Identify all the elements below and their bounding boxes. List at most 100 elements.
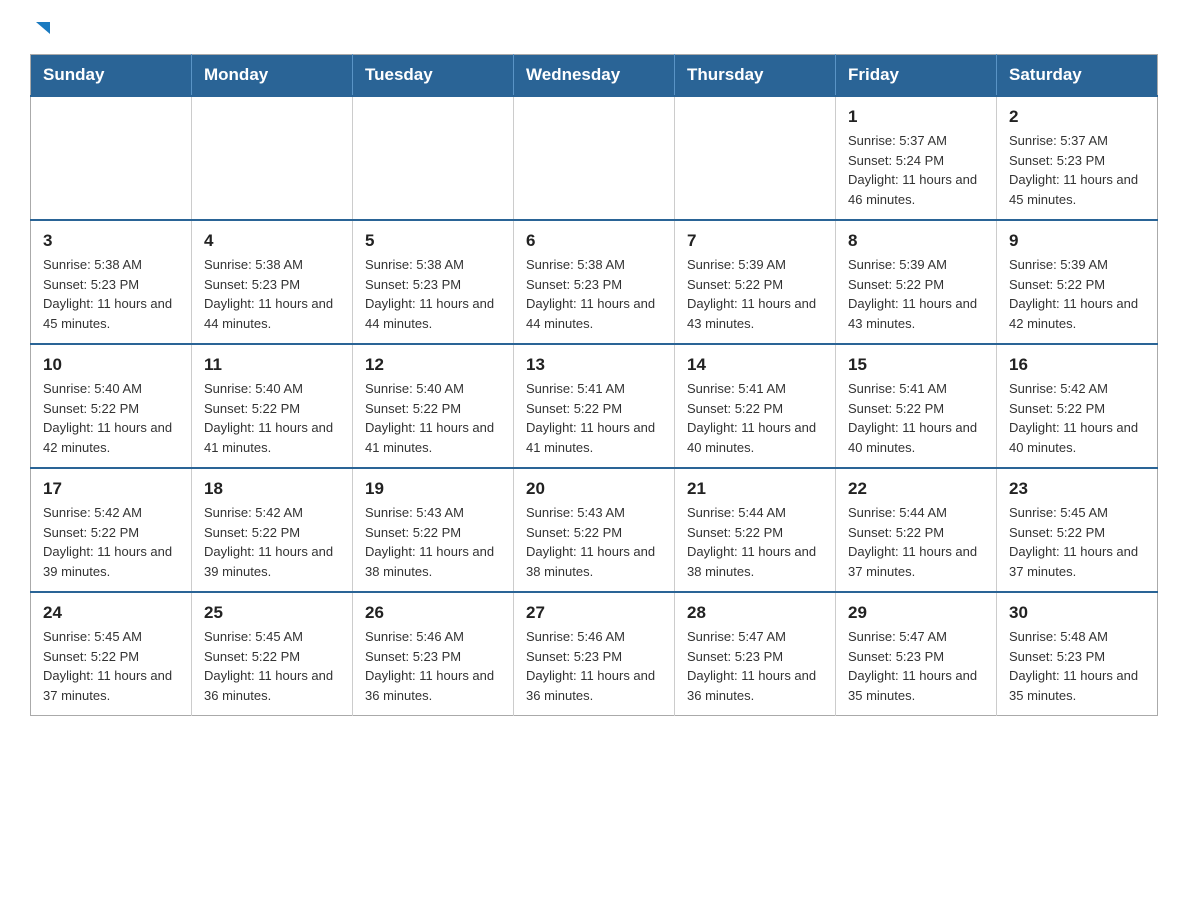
calendar-week-row: 24 Sunrise: 5:45 AM Sunset: 5:22 PM Dayli… <box>31 592 1158 716</box>
calendar-cell: 21 Sunrise: 5:44 AM Sunset: 5:22 PM Dayli… <box>675 468 836 592</box>
calendar-cell: 24 Sunrise: 5:45 AM Sunset: 5:22 PM Dayli… <box>31 592 192 716</box>
calendar-cell: 15 Sunrise: 5:41 AM Sunset: 5:22 PM Dayli… <box>836 344 997 468</box>
calendar-cell: 29 Sunrise: 5:47 AM Sunset: 5:23 PM Dayli… <box>836 592 997 716</box>
day-number: 23 <box>1009 479 1145 499</box>
day-number: 21 <box>687 479 823 499</box>
day-number: 26 <box>365 603 501 623</box>
day-number: 10 <box>43 355 179 375</box>
day-number: 25 <box>204 603 340 623</box>
calendar-cell: 23 Sunrise: 5:45 AM Sunset: 5:22 PM Dayli… <box>997 468 1158 592</box>
calendar-cell: 30Sunrise: 5:48 AM Sunset: 5:23 PM Dayli… <box>997 592 1158 716</box>
calendar-cell: 18 Sunrise: 5:42 AM Sunset: 5:22 PM Dayli… <box>192 468 353 592</box>
weekday-header-wednesday: Wednesday <box>514 55 675 97</box>
day-info: Sunrise: 5:47 AM Sunset: 5:23 PM Dayligh… <box>848 627 984 705</box>
day-info: Sunrise: 5:40 AM Sunset: 5:22 PM Dayligh… <box>365 379 501 457</box>
day-info: Sunrise: 5:38 AM Sunset: 5:23 PM Dayligh… <box>43 255 179 333</box>
day-number: 8 <box>848 231 984 251</box>
day-number: 28 <box>687 603 823 623</box>
day-info: Sunrise: 5:39 AM Sunset: 5:22 PM Dayligh… <box>848 255 984 333</box>
calendar-cell: 16 Sunrise: 5:42 AM Sunset: 5:22 PM Dayli… <box>997 344 1158 468</box>
day-number: 3 <box>43 231 179 251</box>
calendar-week-row: 3 Sunrise: 5:38 AM Sunset: 5:23 PM Daylig… <box>31 220 1158 344</box>
day-number: 2 <box>1009 107 1145 127</box>
calendar-cell <box>514 96 675 220</box>
day-info: Sunrise: 5:38 AM Sunset: 5:23 PM Dayligh… <box>365 255 501 333</box>
day-info: Sunrise: 5:44 AM Sunset: 5:22 PM Dayligh… <box>687 503 823 581</box>
day-info: Sunrise: 5:40 AM Sunset: 5:22 PM Dayligh… <box>43 379 179 457</box>
calendar-cell: 10 Sunrise: 5:40 AM Sunset: 5:22 PM Dayli… <box>31 344 192 468</box>
calendar-cell: 17 Sunrise: 5:42 AM Sunset: 5:22 PM Dayli… <box>31 468 192 592</box>
day-number: 17 <box>43 479 179 499</box>
calendar-cell: 8 Sunrise: 5:39 AM Sunset: 5:22 PM Daylig… <box>836 220 997 344</box>
logo-arrow-icon <box>32 18 54 40</box>
day-number: 20 <box>526 479 662 499</box>
day-info: Sunrise: 5:39 AM Sunset: 5:22 PM Dayligh… <box>1009 255 1145 333</box>
weekday-header-monday: Monday <box>192 55 353 97</box>
day-number: 27 <box>526 603 662 623</box>
calendar-week-row: 17 Sunrise: 5:42 AM Sunset: 5:22 PM Dayli… <box>31 468 1158 592</box>
calendar-cell: 3 Sunrise: 5:38 AM Sunset: 5:23 PM Daylig… <box>31 220 192 344</box>
calendar-cell: 11 Sunrise: 5:40 AM Sunset: 5:22 PM Dayli… <box>192 344 353 468</box>
calendar-cell: 20 Sunrise: 5:43 AM Sunset: 5:22 PM Dayli… <box>514 468 675 592</box>
day-info: Sunrise: 5:41 AM Sunset: 5:22 PM Dayligh… <box>687 379 823 457</box>
day-info: Sunrise: 5:43 AM Sunset: 5:22 PM Dayligh… <box>365 503 501 581</box>
day-info: Sunrise: 5:40 AM Sunset: 5:22 PM Dayligh… <box>204 379 340 457</box>
day-info: Sunrise: 5:46 AM Sunset: 5:23 PM Dayligh… <box>365 627 501 705</box>
logo <box>30 20 54 34</box>
calendar-cell: 26 Sunrise: 5:46 AM Sunset: 5:23 PM Dayli… <box>353 592 514 716</box>
day-info: Sunrise: 5:38 AM Sunset: 5:23 PM Dayligh… <box>204 255 340 333</box>
day-number: 14 <box>687 355 823 375</box>
logo-general <box>30 20 54 40</box>
day-number: 29 <box>848 603 984 623</box>
day-info: Sunrise: 5:42 AM Sunset: 5:22 PM Dayligh… <box>43 503 179 581</box>
calendar-week-row: 1 Sunrise: 5:37 AM Sunset: 5:24 PM Daylig… <box>31 96 1158 220</box>
day-info: Sunrise: 5:41 AM Sunset: 5:22 PM Dayligh… <box>526 379 662 457</box>
day-info: Sunrise: 5:46 AM Sunset: 5:23 PM Dayligh… <box>526 627 662 705</box>
calendar-cell: 25 Sunrise: 5:45 AM Sunset: 5:22 PM Dayli… <box>192 592 353 716</box>
day-number: 16 <box>1009 355 1145 375</box>
day-number: 6 <box>526 231 662 251</box>
day-number: 18 <box>204 479 340 499</box>
day-number: 12 <box>365 355 501 375</box>
calendar-cell: 4Sunrise: 5:38 AM Sunset: 5:23 PM Daylig… <box>192 220 353 344</box>
day-info: Sunrise: 5:47 AM Sunset: 5:23 PM Dayligh… <box>687 627 823 705</box>
day-info: Sunrise: 5:43 AM Sunset: 5:22 PM Dayligh… <box>526 503 662 581</box>
day-number: 7 <box>687 231 823 251</box>
weekday-header-tuesday: Tuesday <box>353 55 514 97</box>
calendar-cell: 14 Sunrise: 5:41 AM Sunset: 5:22 PM Dayli… <box>675 344 836 468</box>
day-number: 1 <box>848 107 984 127</box>
day-number: 19 <box>365 479 501 499</box>
calendar-cell: 6 Sunrise: 5:38 AM Sunset: 5:23 PM Daylig… <box>514 220 675 344</box>
day-info: Sunrise: 5:41 AM Sunset: 5:22 PM Dayligh… <box>848 379 984 457</box>
calendar-cell: 13 Sunrise: 5:41 AM Sunset: 5:22 PM Dayli… <box>514 344 675 468</box>
day-info: Sunrise: 5:44 AM Sunset: 5:22 PM Dayligh… <box>848 503 984 581</box>
calendar-cell <box>31 96 192 220</box>
day-info: Sunrise: 5:37 AM Sunset: 5:23 PM Dayligh… <box>1009 131 1145 209</box>
weekday-header-thursday: Thursday <box>675 55 836 97</box>
day-info: Sunrise: 5:38 AM Sunset: 5:23 PM Dayligh… <box>526 255 662 333</box>
calendar-cell: 5 Sunrise: 5:38 AM Sunset: 5:23 PM Daylig… <box>353 220 514 344</box>
day-info: Sunrise: 5:37 AM Sunset: 5:24 PM Dayligh… <box>848 131 984 209</box>
day-number: 9 <box>1009 231 1145 251</box>
day-info: Sunrise: 5:45 AM Sunset: 5:22 PM Dayligh… <box>43 627 179 705</box>
day-number: 30 <box>1009 603 1145 623</box>
weekday-header-row: SundayMondayTuesdayWednesdayThursdayFrid… <box>31 55 1158 97</box>
day-info: Sunrise: 5:45 AM Sunset: 5:22 PM Dayligh… <box>1009 503 1145 581</box>
calendar-cell: 27 Sunrise: 5:46 AM Sunset: 5:23 PM Dayli… <box>514 592 675 716</box>
day-info: Sunrise: 5:45 AM Sunset: 5:22 PM Dayligh… <box>204 627 340 705</box>
day-number: 24 <box>43 603 179 623</box>
calendar-week-row: 10 Sunrise: 5:40 AM Sunset: 5:22 PM Dayli… <box>31 344 1158 468</box>
day-info: Sunrise: 5:39 AM Sunset: 5:22 PM Dayligh… <box>687 255 823 333</box>
day-info: Sunrise: 5:42 AM Sunset: 5:22 PM Dayligh… <box>1009 379 1145 457</box>
page-header <box>30 20 1158 34</box>
calendar-cell <box>675 96 836 220</box>
calendar-cell: 12 Sunrise: 5:40 AM Sunset: 5:22 PM Dayli… <box>353 344 514 468</box>
calendar-cell: 2 Sunrise: 5:37 AM Sunset: 5:23 PM Daylig… <box>997 96 1158 220</box>
day-number: 15 <box>848 355 984 375</box>
day-number: 11 <box>204 355 340 375</box>
calendar-cell: 7 Sunrise: 5:39 AM Sunset: 5:22 PM Daylig… <box>675 220 836 344</box>
day-info: Sunrise: 5:42 AM Sunset: 5:22 PM Dayligh… <box>204 503 340 581</box>
day-number: 5 <box>365 231 501 251</box>
calendar-cell: 22Sunrise: 5:44 AM Sunset: 5:22 PM Dayli… <box>836 468 997 592</box>
day-number: 13 <box>526 355 662 375</box>
